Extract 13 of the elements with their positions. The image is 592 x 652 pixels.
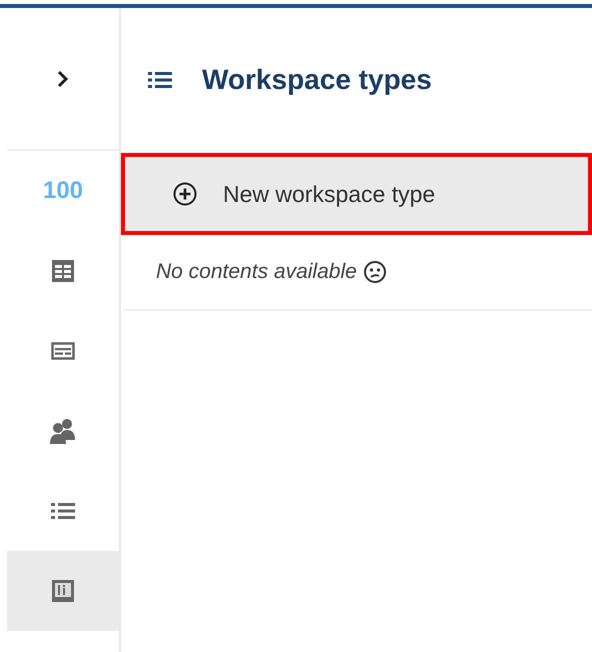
- new-workspace-type-button[interactable]: New workspace type: [121, 153, 592, 235]
- sidebar-item[interactable]: [7, 551, 119, 631]
- page-title: Workspace types: [202, 62, 432, 97]
- empty-message: No contents available: [156, 259, 357, 286]
- chevron-right-icon: [57, 70, 69, 88]
- table-icon: [51, 259, 75, 283]
- confused-face-icon: [362, 260, 387, 284]
- list-icon: [51, 501, 75, 521]
- info-panel-icon: [51, 579, 75, 603]
- card-icon: [51, 342, 75, 360]
- people-icon: [49, 418, 77, 444]
- list-icon: [148, 70, 172, 90]
- add-circle-icon: [173, 182, 197, 206]
